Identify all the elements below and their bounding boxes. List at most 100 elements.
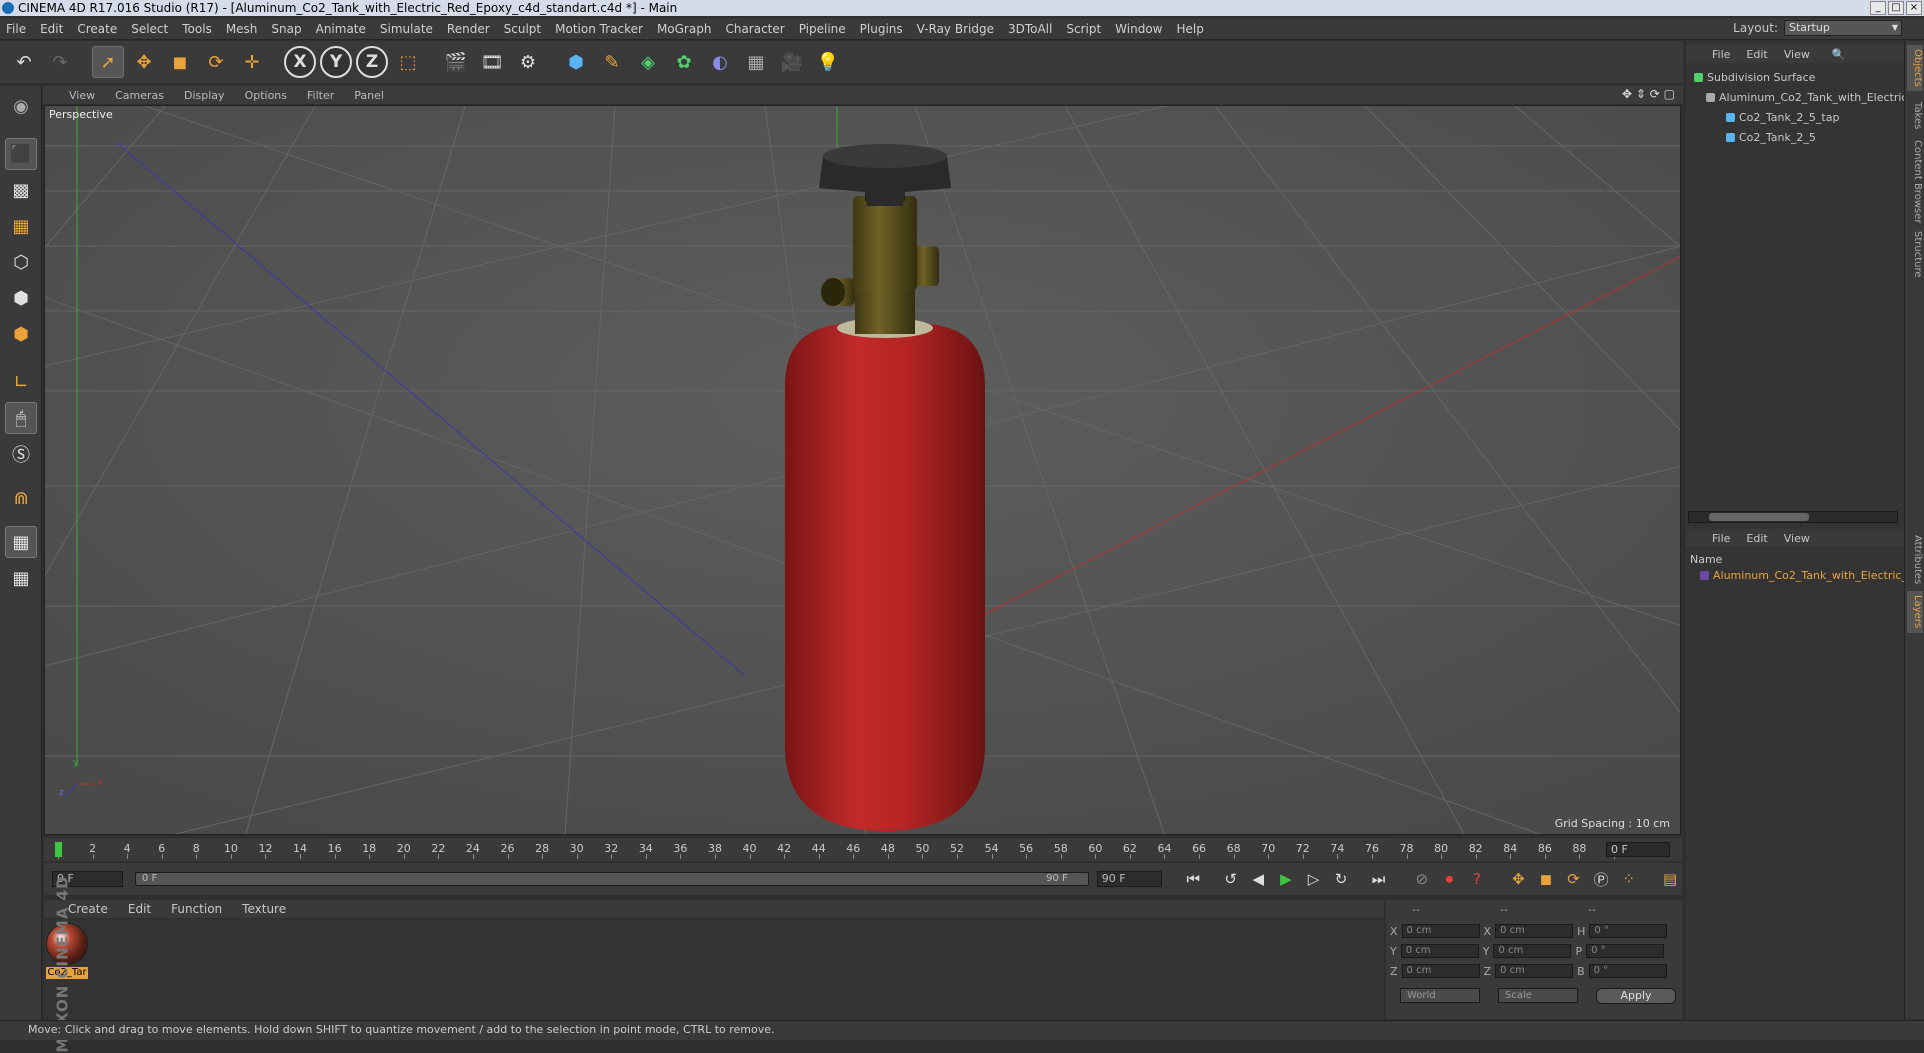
size-z-field[interactable]: 0 cm <box>1495 964 1574 978</box>
next-key-icon[interactable]: ↻ <box>1329 867 1353 891</box>
key-parameter-icon[interactable]: Ⓟ <box>1589 867 1613 891</box>
next-frame-icon[interactable]: ▷ <box>1302 867 1326 891</box>
apply-button[interactable]: Apply <box>1596 988 1676 1004</box>
position-x-field[interactable]: 0 cm <box>1401 924 1480 938</box>
object-co2-tank-tap[interactable]: Co2_Tank_2_5_tap <box>1726 111 1839 124</box>
make-editable-icon[interactable]: ◉ <box>5 90 37 122</box>
menu-3dtoall[interactable]: 3DToAll <box>1008 22 1052 36</box>
workplane-dynamic-icon[interactable]: ▦ <box>5 562 37 594</box>
render-picture-viewer-icon[interactable]: 🎞 <box>476 46 508 78</box>
tab-structure[interactable]: Structure <box>1907 229 1923 279</box>
object-co2-tank-group[interactable]: Aluminum_Co2_Tank_with_Electric_ <box>1706 91 1913 104</box>
material-menu-edit[interactable]: Edit <box>128 902 151 916</box>
coordinate-system-icon[interactable]: ⬚ <box>392 46 424 78</box>
z-axis-lock[interactable]: Z <box>356 46 388 78</box>
menu-window[interactable]: Window <box>1115 22 1162 36</box>
menu-render[interactable]: Render <box>447 22 490 36</box>
object-co2-tank[interactable]: Co2_Tank_2_5 <box>1726 131 1816 144</box>
menu-select[interactable]: Select <box>131 22 168 36</box>
tab-content-browser[interactable]: Content Browser <box>1907 139 1923 225</box>
menu-create[interactable]: Create <box>77 22 117 36</box>
camera-icon[interactable]: 🎥 <box>776 46 808 78</box>
light-icon[interactable]: 💡 <box>812 46 844 78</box>
model-mode-icon[interactable]: ⬛ <box>5 138 37 170</box>
undo-icon[interactable]: ↶ <box>8 46 40 78</box>
objects-search-icon[interactable]: 🔍 <box>1832 48 1846 61</box>
layer-row[interactable]: Aluminum_Co2_Tank_with_Electric_R <box>1700 569 1915 582</box>
mograph-cloner-icon[interactable]: ✿ <box>668 46 700 78</box>
texture-mode-icon[interactable]: ▩ <box>5 174 37 206</box>
move-tool-icon[interactable]: ✥ <box>128 46 160 78</box>
key-scale-icon[interactable]: ◼ <box>1534 867 1558 891</box>
tab-objects[interactable]: Objects <box>1907 45 1923 91</box>
rotate-tool-icon[interactable]: ⟳ <box>200 46 232 78</box>
menu-snap[interactable]: Snap <box>271 22 301 36</box>
subdivision-generator-icon[interactable]: ◈ <box>632 46 664 78</box>
menu-mograph[interactable]: MoGraph <box>657 22 712 36</box>
end-frame-field[interactable]: 90 F <box>1096 871 1162 887</box>
pen-spline-icon[interactable]: ✎ <box>596 46 628 78</box>
material-menu-function[interactable]: Function <box>171 902 222 916</box>
render-settings-icon[interactable]: ⚙ <box>512 46 544 78</box>
menu-pipeline[interactable]: Pipeline <box>799 22 846 36</box>
playhead[interactable] <box>55 842 62 857</box>
position-y-field[interactable]: 0 cm <box>1400 944 1479 958</box>
minimize-button[interactable]: _ <box>1870 1 1886 15</box>
current-frame-field[interactable]: 0 F <box>1606 842 1670 857</box>
viewport-menu-filter[interactable]: Filter <box>307 89 334 102</box>
tab-takes[interactable]: Takes <box>1907 97 1923 135</box>
play-icon[interactable]: ▶ <box>1274 867 1298 891</box>
previous-frame-icon[interactable]: ◀ <box>1247 867 1271 891</box>
tweak-mode-icon[interactable]: 🖱 <box>5 402 37 434</box>
menu-script[interactable]: Script <box>1066 22 1101 36</box>
size-y-field[interactable]: 0 cm <box>1493 944 1572 958</box>
menu-help[interactable]: Help <box>1176 22 1203 36</box>
menu-plugins[interactable]: Plugins <box>860 22 903 36</box>
go-to-start-icon[interactable]: ⏮ <box>1181 867 1205 891</box>
menu-motion-tracker[interactable]: Motion Tracker <box>555 22 643 36</box>
viewport-menu-display[interactable]: Display <box>184 89 225 102</box>
timeline-ruler[interactable]: 0246810121416182022242628303234363840424… <box>44 838 1682 861</box>
menu-simulate[interactable]: Simulate <box>380 22 433 36</box>
transform-tool-icon[interactable]: ✛ <box>236 46 268 78</box>
menu-sculpt[interactable]: Sculpt <box>504 22 541 36</box>
point-mode-icon[interactable]: ⬡ <box>5 246 37 278</box>
viewport-perspective[interactable]: y x z Perspective Grid Spacing : 10 cm <box>44 105 1681 835</box>
cube-primitive-icon[interactable]: ⬢ <box>560 46 592 78</box>
close-button[interactable]: × <box>1906 1 1922 15</box>
viewport-menu-view[interactable]: View <box>69 89 95 102</box>
viewport-menu-cameras[interactable]: Cameras <box>115 89 164 102</box>
menu-mesh[interactable]: Mesh <box>226 22 258 36</box>
previous-key-icon[interactable]: ↺ <box>1219 867 1243 891</box>
maximize-button[interactable]: □ <box>1888 1 1904 15</box>
layers-menu-edit[interactable]: Edit <box>1746 532 1767 545</box>
layers-menu-file[interactable]: File <box>1712 532 1730 545</box>
rotation-p-field[interactable]: 0 ° <box>1586 944 1665 958</box>
material-menu-create[interactable]: Create <box>68 902 108 916</box>
rotation-h-field[interactable]: 0 ° <box>1589 924 1668 938</box>
menu-vray-bridge[interactable]: V-Ray Bridge <box>917 22 994 36</box>
floor-environment-icon[interactable]: ▦ <box>740 46 772 78</box>
x-axis-lock[interactable]: X <box>284 46 316 78</box>
position-z-field[interactable]: 0 cm <box>1401 964 1480 978</box>
objects-menu-view[interactable]: View <box>1784 48 1810 61</box>
menu-character[interactable]: Character <box>725 22 784 36</box>
render-view-icon[interactable]: 🎬 <box>440 46 472 78</box>
rotation-b-field[interactable]: 0 ° <box>1588 964 1667 978</box>
objects-menu-file[interactable]: File <box>1712 48 1730 61</box>
key-position-icon[interactable]: ✥ <box>1507 867 1531 891</box>
record-icon[interactable]: ⏺ <box>1438 867 1462 891</box>
layers-menu-view[interactable]: View <box>1784 532 1810 545</box>
tab-layers[interactable]: Layers <box>1907 591 1923 633</box>
keyframe-selection-icon[interactable]: ⊘ <box>1410 867 1434 891</box>
size-mode-select[interactable]: Scale <box>1498 988 1578 1003</box>
objects-menu-edit[interactable]: Edit <box>1746 48 1767 61</box>
viewport-menu-panel[interactable]: Panel <box>354 89 384 102</box>
object-subdivision-surface[interactable]: Subdivision Surface <box>1694 71 1815 84</box>
size-x-field[interactable]: 0 cm <box>1495 924 1574 938</box>
viewport-menu-options[interactable]: Options <box>245 89 287 102</box>
axis-mode-icon[interactable]: ∟ <box>5 366 37 398</box>
tab-attributes[interactable]: Attributes <box>1907 533 1923 587</box>
solo-mode-icon[interactable]: Ⓢ <box>5 438 37 470</box>
scale-tool-icon[interactable]: ◼ <box>164 46 196 78</box>
